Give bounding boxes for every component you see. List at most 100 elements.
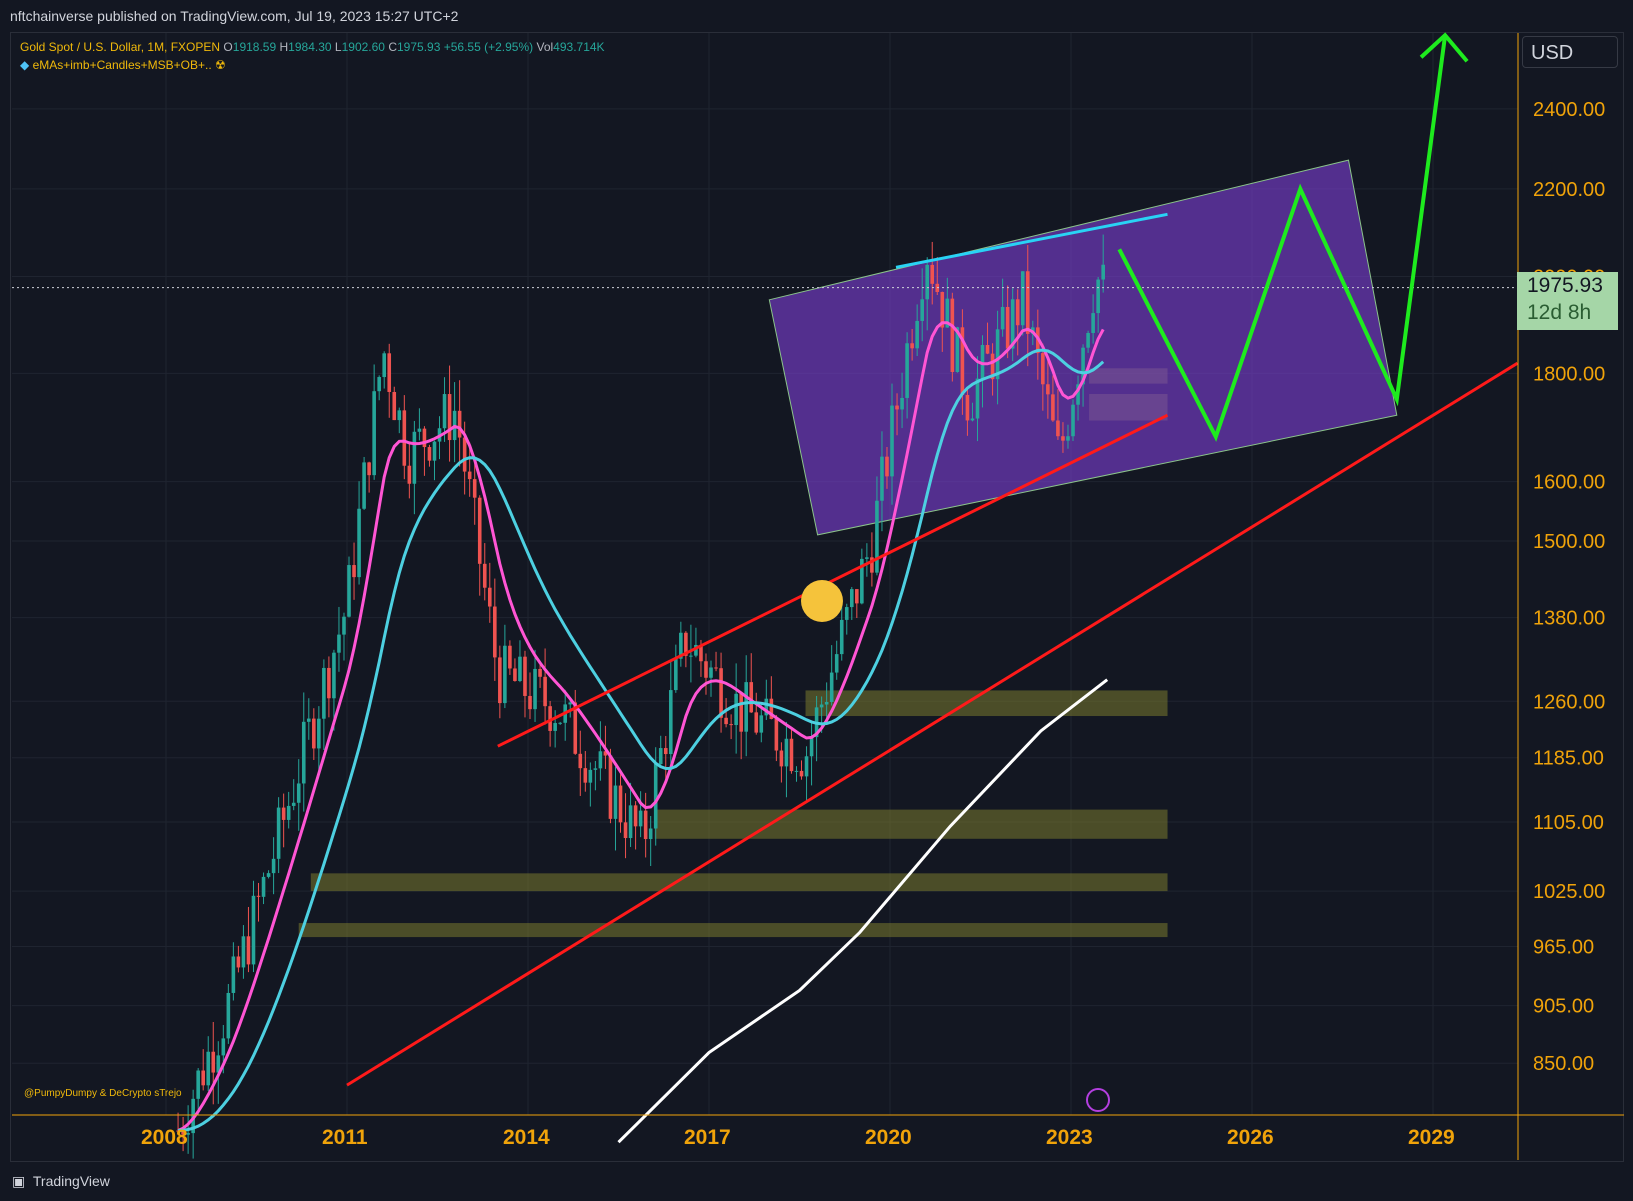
tradingview-logo-icon[interactable]: ▣ <box>12 1173 25 1189</box>
candle-body <box>588 769 593 783</box>
candle-body <box>804 756 809 777</box>
candle-body <box>779 750 784 767</box>
candle-body <box>880 456 884 501</box>
candle-body <box>925 264 930 300</box>
supply-zone <box>654 809 1168 839</box>
candle-body <box>930 264 935 284</box>
candle-body <box>482 563 487 588</box>
candle-body <box>759 715 764 733</box>
candle-body <box>784 738 789 767</box>
candle-body <box>332 652 336 699</box>
footer-brand[interactable]: TradingView <box>33 1173 110 1189</box>
candle-body <box>834 654 839 673</box>
candle-body <box>493 606 497 658</box>
candle-body <box>915 320 919 349</box>
candle-body <box>714 667 718 669</box>
y-tick-label: 1600.00 <box>1533 472 1605 494</box>
candle-body <box>362 462 366 509</box>
candle-body <box>296 783 301 803</box>
candle-body <box>312 718 316 749</box>
candle-body <box>965 394 970 421</box>
candle-body <box>533 668 537 710</box>
candle-body <box>1056 420 1060 437</box>
candle-body <box>1096 279 1100 314</box>
candle-body <box>347 565 351 617</box>
candle-body <box>1025 271 1030 334</box>
candle-body <box>256 895 261 897</box>
candle-body <box>508 645 512 669</box>
candle-body <box>648 828 653 840</box>
radiation-icon: ☢ <box>215 58 226 72</box>
candle-body <box>608 755 613 819</box>
candle-body <box>1000 306 1005 330</box>
candle-body <box>276 807 281 859</box>
candle-body <box>246 936 251 965</box>
candle-body <box>528 695 532 710</box>
candle-body <box>397 410 402 421</box>
close-value: 1975.93 <box>397 40 441 54</box>
candle-body <box>739 693 743 732</box>
symbol-name[interactable]: Gold Spot / U.S. Dollar, 1M, FXOPEN <box>20 40 220 54</box>
candle-body <box>317 718 321 749</box>
footer: ▣ TradingView <box>0 1162 1633 1201</box>
price-chart[interactable]: 850.00 905.00 965.00 1025.00 1105.00 1185.00 1… <box>0 0 1633 1201</box>
candle-body <box>865 557 869 559</box>
y-tick-label: 1260.00 <box>1533 691 1605 713</box>
y-tick-label: 850.00 <box>1533 1053 1594 1075</box>
indicator-name[interactable]: eMAs+imb+Candles+MSB+OB+.. <box>33 58 212 72</box>
y-tick-label: 965.00 <box>1533 937 1594 959</box>
candle-body <box>729 724 733 726</box>
candle-body <box>1015 299 1020 326</box>
volume-value: 493.714K <box>553 40 605 54</box>
volume-label: Vol <box>536 40 554 54</box>
candle-body <box>704 661 708 678</box>
candle-body <box>709 667 713 678</box>
open-value: 1918.59 <box>232 40 277 54</box>
candle-body <box>286 805 291 820</box>
candle-body <box>1061 436 1065 441</box>
lightning-icon <box>1086 1088 1110 1112</box>
candle-body <box>337 634 341 653</box>
candle-body <box>487 587 492 607</box>
last-price-label: 1975.93 12d 8h <box>1517 272 1618 330</box>
low-label: L <box>334 40 342 54</box>
candle-body <box>447 394 452 441</box>
candle-body <box>1020 271 1025 326</box>
candle-body <box>839 619 844 655</box>
change-value: +56.55 (+2.95%) <box>443 40 534 54</box>
candle-body <box>553 723 557 731</box>
candle-body <box>377 377 381 392</box>
y-tick-label: 1380.00 <box>1533 608 1605 630</box>
candle-body <box>327 667 331 699</box>
candle-body <box>628 805 633 839</box>
candle-body <box>970 418 975 421</box>
candle-body <box>231 956 236 993</box>
candle-body <box>794 770 799 772</box>
candle-body <box>754 712 759 733</box>
candle-body <box>613 785 618 819</box>
x-tick-label: 2017 <box>684 1126 731 1149</box>
open-label: O <box>223 40 233 54</box>
candle-body <box>638 810 643 827</box>
candle-body <box>855 589 859 604</box>
y-tick-label: 1025.00 <box>1533 881 1605 903</box>
candle-body <box>417 428 422 432</box>
candle-body <box>412 431 417 484</box>
currency-button[interactable]: USD <box>1522 36 1618 68</box>
candle-body <box>885 456 889 477</box>
candle-body <box>749 682 754 713</box>
candle-body <box>653 764 658 829</box>
candle-body <box>593 768 598 770</box>
candle-body <box>895 405 899 410</box>
candle-body <box>498 657 502 704</box>
candle-body <box>1086 333 1090 348</box>
candle-body <box>900 397 904 410</box>
candle-body <box>211 1051 216 1073</box>
candle-body <box>920 299 924 321</box>
y-tick-label: 1500.00 <box>1533 531 1605 553</box>
candle-body <box>513 668 517 682</box>
candle-body <box>890 405 894 477</box>
candle-body <box>1041 353 1045 385</box>
low-value: 1902.60 <box>341 40 385 54</box>
candle-body <box>598 751 603 769</box>
